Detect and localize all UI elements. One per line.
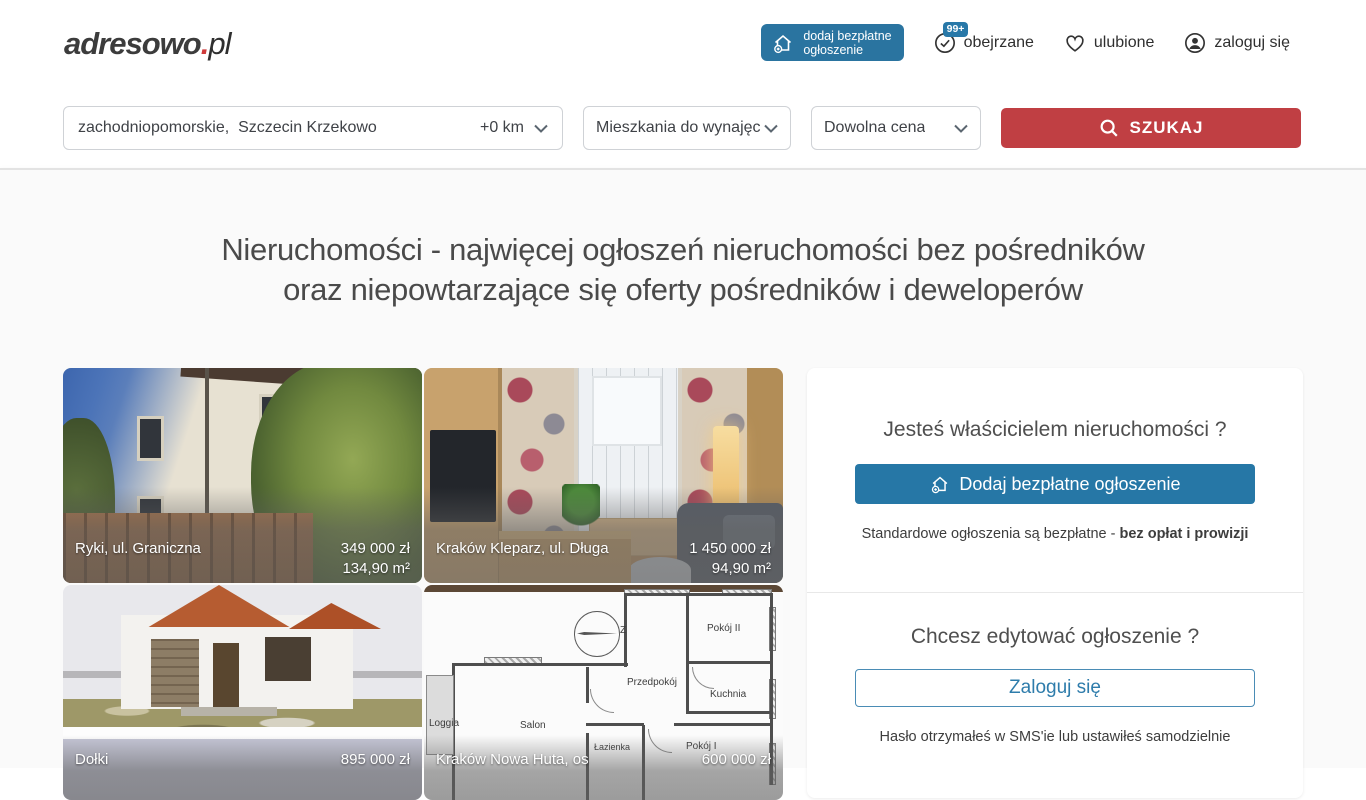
search-button[interactable]: SZUKAJ	[1001, 108, 1301, 148]
viewed-link[interactable]: 99+ obejrzane	[934, 32, 1034, 54]
listing-location: Kraków Kleparz, ul. Długa	[436, 540, 609, 557]
logo-tld: pl	[208, 26, 230, 61]
page: adresowo.pl dodaj bezpłatneogłoszenie 99…	[0, 0, 1366, 768]
user-icon	[1184, 32, 1206, 54]
listing-card-krakow-kleparz[interactable]: Kraków Kleparz, ul. Długa 1 450 000 zł 9…	[424, 368, 783, 583]
edit-panel-title: Chcesz edytować ogłoszenie ?	[807, 593, 1303, 649]
house-plus-icon	[929, 473, 951, 495]
radius-dropdown[interactable]: +0 km	[480, 119, 548, 137]
viewed-label: obejrzane	[964, 34, 1034, 52]
search-icon	[1098, 117, 1120, 139]
chevron-down-icon	[954, 124, 968, 133]
header-actions: dodaj bezpłatneogłoszenie 99+ obejrzane …	[761, 24, 1290, 61]
viewed-count-badge: 99+	[943, 22, 969, 37]
photo-roof	[139, 585, 299, 627]
compass-label: Z	[620, 625, 626, 636]
chevron-down-icon	[534, 124, 548, 133]
favorites-link[interactable]: ulubione	[1064, 32, 1155, 54]
location-value: zachodniopomorskie, Szczecin Krzekowo	[78, 119, 480, 137]
page-title-line2: oraz niepowtarzające się oferty pośredni…	[283, 272, 1083, 307]
heart-icon	[1064, 32, 1086, 54]
logo-brand: adresowo	[64, 26, 201, 61]
room-label: Salon	[520, 720, 546, 731]
login-button[interactable]: Zaloguj się	[855, 669, 1255, 707]
add-free-listing-label: Dodaj bezpłatne ogłoszenie	[959, 474, 1180, 495]
house-plus-icon	[771, 31, 795, 55]
password-note: Hasło otrzymałeś w SMS'ie lub ustawiłeś …	[807, 729, 1303, 745]
login-label: zaloguj się	[1214, 34, 1290, 52]
page-title-line1: Nieruchomości - najwięcej ogłoszeń nieru…	[221, 232, 1144, 267]
listing-location: Dołki	[75, 751, 108, 768]
login-link[interactable]: zaloguj się	[1184, 32, 1290, 54]
listing-price: 349 000 zł	[341, 540, 410, 557]
add-free-listing-button[interactable]: Dodaj bezpłatne ogłoszenie	[855, 464, 1255, 504]
chevron-down-icon	[764, 124, 778, 133]
price-select[interactable]: Dowolna cena	[811, 106, 981, 150]
room-label: Loggia	[429, 718, 459, 729]
listing-price: 600 000 zł	[702, 751, 771, 768]
listing-location: Kraków Nowa Huta, os	[436, 751, 589, 768]
location-input[interactable]: zachodniopomorskie, Szczecin Krzekowo +0…	[63, 106, 563, 150]
add-listing-line2: ogłoszenie	[803, 43, 863, 57]
owner-panel-title: Jesteś właścicielem nieruchomości ?	[807, 368, 1303, 442]
category-select[interactable]: Mieszkania do wynajęc	[583, 106, 791, 150]
add-listing-line1: dodaj bezpłatne	[803, 29, 891, 43]
room-label: Kuchnia	[710, 689, 746, 700]
radius-value: +0 km	[480, 119, 524, 137]
listing-area: 134,90 m²	[342, 560, 410, 577]
add-listing-button[interactable]: dodaj bezpłatneogłoszenie	[761, 24, 903, 61]
free-listing-note: Standardowe ogłoszenia są bezpłatne - be…	[807, 526, 1303, 542]
listing-price: 895 000 zł	[341, 751, 410, 768]
page-title: Nieruchomości - najwięcej ogłoszeń nieru…	[0, 230, 1366, 310]
room-label: Przedpokój	[627, 677, 677, 688]
room-label: Pokój II	[707, 623, 740, 634]
owner-panel: Jesteś właścicielem nieruchomości ? Doda…	[807, 368, 1303, 798]
favorites-label: ulubione	[1094, 34, 1155, 52]
category-value: Mieszkania do wynajęc	[596, 119, 761, 137]
listing-location: Ryki, ul. Graniczna	[75, 540, 201, 557]
listing-price: 1 450 000 zł	[689, 540, 771, 557]
check-circle-icon: 99+	[934, 32, 956, 54]
search-button-label: SZUKAJ	[1129, 118, 1203, 138]
listing-card-ryki[interactable]: Ryki, ul. Graniczna 349 000 zł 134,90 m²	[63, 368, 422, 583]
listing-area: 94,90 m²	[712, 560, 771, 577]
search-bar: zachodniopomorskie, Szczecin Krzekowo +0…	[63, 106, 1301, 150]
price-value: Dowolna cena	[824, 119, 925, 137]
site-logo[interactable]: adresowo.pl	[64, 26, 230, 62]
